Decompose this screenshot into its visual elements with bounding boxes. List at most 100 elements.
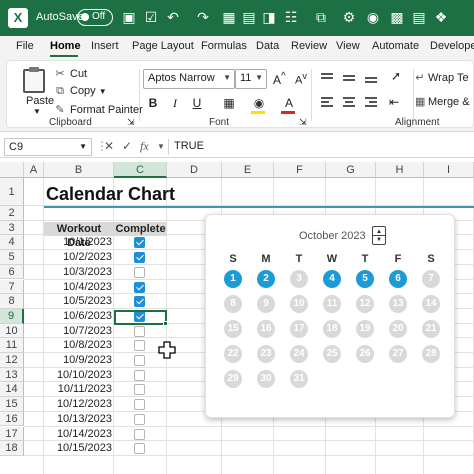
complete-checkbox[interactable]	[134, 369, 145, 381]
insert-function-icon[interactable]: fx	[140, 139, 149, 154]
complete-checkbox[interactable]	[134, 296, 145, 308]
workout-date-cell[interactable]: 10/6/2023	[44, 310, 114, 322]
copy-button[interactable]: ⧉ Copy ▼	[53, 85, 107, 98]
table-icon[interactable]: ▦	[220, 8, 238, 26]
complete-checkbox[interactable]	[134, 443, 145, 455]
complete-checkbox[interactable]	[134, 340, 145, 352]
italic-button[interactable]: I	[167, 95, 183, 111]
bold-button[interactable]: B	[145, 95, 161, 111]
complete-checkbox[interactable]	[134, 325, 145, 337]
cut-button[interactable]: ✂ Cut	[53, 67, 87, 80]
tab-file[interactable]: File	[16, 40, 34, 52]
clipboard-launcher-icon[interactable]: ⇲	[127, 117, 135, 128]
tag-icon[interactable]: ⧉	[312, 8, 330, 26]
row-header-13[interactable]: 13	[0, 367, 24, 383]
month-spinner[interactable]: ▲ ▼	[372, 226, 386, 245]
complete-checkbox[interactable]	[134, 266, 145, 278]
workout-date-cell[interactable]: 10/2/2023	[44, 251, 114, 263]
name-box[interactable]: C9 ▼	[4, 138, 92, 156]
column-header-h[interactable]: H	[376, 162, 424, 178]
tab-insert[interactable]: Insert	[91, 40, 119, 52]
workout-date-cell[interactable]: 10/13/2023	[44, 413, 114, 425]
row-header-6[interactable]: 6	[0, 264, 24, 280]
complete-checkbox[interactable]	[134, 237, 145, 249]
save-icon[interactable]: ▣	[120, 8, 138, 26]
column-header-i[interactable]: I	[424, 162, 474, 178]
workout-date-cell[interactable]: 10/5/2023	[44, 295, 114, 307]
row-header-9[interactable]: 9	[0, 308, 24, 324]
fill-handle[interactable]	[163, 321, 168, 326]
selected-cell[interactable]	[114, 310, 167, 325]
form-icon[interactable]: ☷	[282, 8, 300, 26]
font-color-icon[interactable]: A	[281, 95, 297, 111]
tab-page-layout[interactable]: Page Layout	[132, 40, 194, 52]
row-header-14[interactable]: 14	[0, 382, 24, 398]
format-painter-button[interactable]: ✎ Format Painter	[53, 103, 142, 116]
tab-review[interactable]: Review	[291, 40, 327, 52]
row-header-10[interactable]: 10	[0, 323, 24, 339]
tab-home[interactable]: Home	[50, 40, 81, 52]
undo-icon[interactable]: ↶	[164, 8, 182, 26]
complete-checkbox[interactable]	[134, 384, 145, 396]
decrease-font-icon[interactable]: Av	[295, 71, 307, 87]
spinner-down-icon[interactable]: ▼	[376, 237, 382, 243]
row-header-17[interactable]: 17	[0, 426, 24, 442]
underline-button[interactable]: U	[189, 95, 205, 111]
column-header-e[interactable]: E	[222, 162, 274, 178]
workout-date-cell[interactable]: 10/4/2023	[44, 281, 114, 293]
row-header-15[interactable]: 15	[0, 397, 24, 412]
fill-color-icon[interactable]: ◉	[251, 95, 267, 111]
complete-checkbox[interactable]	[134, 413, 145, 425]
select-all-corner[interactable]	[0, 162, 24, 178]
python-icon[interactable]: ❖	[432, 8, 450, 26]
row-header-3[interactable]: 3	[0, 220, 24, 236]
workout-date-cell[interactable]: 10/7/2023	[44, 325, 114, 337]
chevron-down-icon[interactable]: ▼	[157, 142, 165, 151]
checkbox-icon[interactable]: ☑	[142, 8, 160, 26]
enter-icon[interactable]: ✓	[122, 139, 132, 153]
autosave-toggle[interactable]: Off	[77, 9, 113, 26]
image-icon[interactable]: ▩	[388, 8, 406, 26]
formula-input[interactable]: TRUE	[174, 140, 204, 152]
column-header-d[interactable]: D	[167, 162, 222, 178]
complete-checkbox[interactable]	[134, 428, 145, 440]
wrap-text-button[interactable]: ↵ Wrap Te	[415, 71, 468, 84]
indent-icon[interactable]: ⇤	[389, 95, 399, 109]
column-header-b[interactable]: B	[44, 162, 114, 178]
complete-checkbox[interactable]	[134, 355, 145, 366]
tab-automate[interactable]: Automate	[372, 40, 419, 52]
column-header-a[interactable]: A	[24, 162, 44, 178]
paste-icon[interactable]	[23, 67, 45, 93]
paste-button[interactable]: Paste	[26, 95, 54, 107]
gear-icon[interactable]: ⚙	[340, 8, 358, 26]
workout-date-cell[interactable]: 10/11/2023	[44, 383, 114, 395]
row-header-11[interactable]: 11	[0, 338, 24, 353]
row-header-4[interactable]: 4	[0, 235, 24, 251]
grid-icon[interactable]: ▤	[240, 8, 258, 26]
row-header-1[interactable]: 1	[0, 178, 24, 206]
borders-icon[interactable]: ▦	[221, 95, 237, 111]
orientation-icon[interactable]: ➚	[391, 69, 401, 83]
row-header-8[interactable]: 8	[0, 294, 24, 309]
tab-developer[interactable]: Developer	[430, 40, 474, 52]
increase-font-icon[interactable]: A^	[273, 71, 286, 87]
workout-date-cell[interactable]: 10/15/2023	[44, 442, 114, 454]
workout-date-cell[interactable]: 10/14/2023	[44, 428, 114, 440]
workout-date-cell[interactable]: 10/10/2023	[44, 369, 114, 381]
redo-icon[interactable]: ↷	[194, 8, 212, 26]
cancel-icon[interactable]: ✕	[104, 139, 114, 153]
merge-button[interactable]: ▦ Merge &	[415, 95, 470, 108]
workout-date-cell[interactable]: 10/1/2023	[44, 236, 114, 248]
workout-date-cell[interactable]: 10/9/2023	[44, 354, 114, 366]
font-size-select[interactable]: 11 ▼	[235, 69, 267, 89]
tab-data[interactable]: Data	[256, 40, 279, 52]
column-header-f[interactable]: F	[274, 162, 326, 178]
chevron-down-icon[interactable]: ▼	[33, 107, 41, 116]
column-header-c[interactable]: C	[114, 162, 167, 178]
sheet-icon[interactable]: ◨	[260, 8, 278, 26]
font-family-select[interactable]: Aptos Narrow ▼	[143, 69, 235, 89]
row-header-2[interactable]: 2	[0, 206, 24, 221]
chart-icon[interactable]: ▤	[410, 8, 428, 26]
complete-checkbox[interactable]	[134, 399, 145, 411]
camera-icon[interactable]: ◉	[364, 8, 382, 26]
